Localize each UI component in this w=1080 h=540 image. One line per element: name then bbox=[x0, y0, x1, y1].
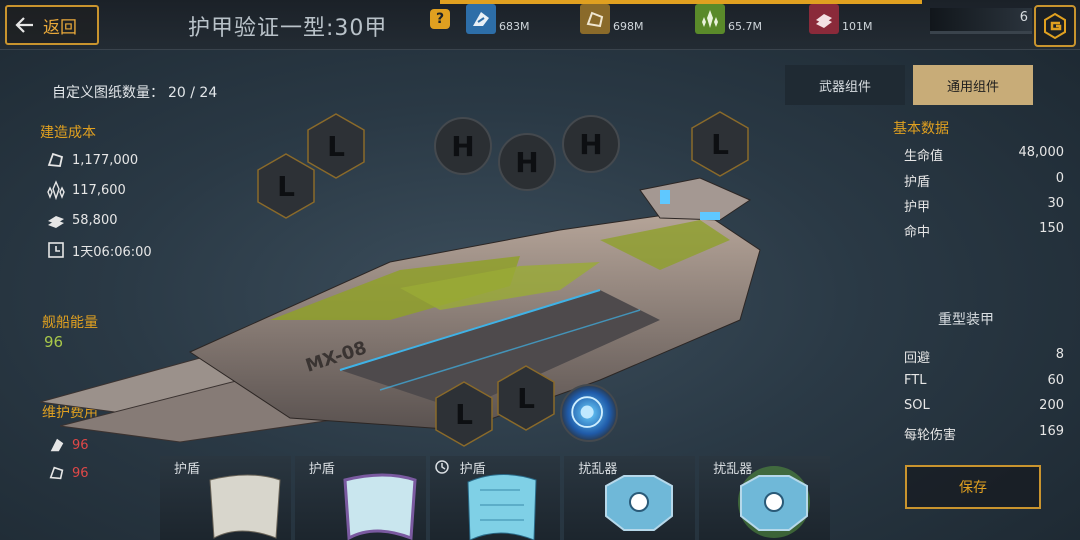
stat-value: 200 bbox=[1039, 398, 1064, 413]
slot-letter: L bbox=[277, 169, 295, 203]
stat-value: 0 bbox=[1055, 171, 1064, 186]
energy-value: 6 bbox=[1019, 10, 1028, 25]
component-card[interactable]: 扰乱器 bbox=[699, 456, 830, 540]
equipped-heavy-slot[interactable] bbox=[560, 384, 618, 442]
stat-label: 护盾 bbox=[904, 175, 931, 190]
deuterium-icon bbox=[695, 4, 725, 34]
resource-value: 683M bbox=[499, 20, 530, 33]
stat-label: 命中 bbox=[904, 225, 931, 240]
stat-row: FTL 60 bbox=[904, 373, 1064, 388]
tab-weapon-components[interactable]: 武器组件 bbox=[785, 65, 905, 105]
stat-row: 生命值 48,000 bbox=[904, 145, 1064, 164]
slot-letter: L bbox=[455, 397, 473, 431]
resource-value: 101M bbox=[842, 20, 873, 33]
stat-value: 30 bbox=[1047, 196, 1064, 211]
stat-label: 回避 bbox=[904, 351, 931, 366]
build-cost-label: 建造成本 bbox=[40, 125, 96, 141]
stat-label: FTL bbox=[904, 373, 927, 388]
gear-g-button[interactable] bbox=[1034, 5, 1076, 47]
arrow-left-icon bbox=[15, 17, 33, 33]
resource-deuterium[interactable]: 65.7M bbox=[695, 4, 762, 34]
blueprint-count: 自定义图纸数量： 20 / 24 bbox=[48, 82, 217, 102]
shield-generator-icon bbox=[571, 396, 603, 428]
heavy-slot[interactable]: H bbox=[434, 117, 492, 175]
stat-label: 护甲 bbox=[904, 200, 931, 215]
light-slot[interactable]: L bbox=[434, 380, 494, 448]
slot-letter: H bbox=[515, 145, 539, 179]
g-logo-icon bbox=[1044, 12, 1066, 40]
help-icon[interactable]: ? bbox=[430, 9, 450, 29]
back-button[interactable]: 返回 bbox=[5, 5, 99, 45]
heavy-slot[interactable]: H bbox=[562, 115, 620, 173]
stat-value: 8 bbox=[1055, 347, 1064, 362]
resource-metal[interactable]: 683M bbox=[466, 4, 530, 34]
top-bar: 返回 护甲验证一型:30甲 ? 683M 698M 65.7M 101M 6 bbox=[0, 0, 1080, 50]
component-tray: 护盾 护盾 护盾 扰乱器 扰乱器 bbox=[160, 456, 830, 540]
basic-data-title: 基本数据 bbox=[893, 121, 949, 137]
component-label: 护盾 bbox=[459, 462, 486, 477]
component-label: 扰乱器 bbox=[713, 462, 753, 477]
component-card[interactable]: 护盾 bbox=[160, 456, 291, 540]
stat-value: 60 bbox=[1047, 373, 1064, 388]
stat-row: 回避 8 bbox=[904, 347, 1064, 366]
ship-model: MX-08 bbox=[40, 177, 761, 443]
stat-row: 护甲 30 bbox=[904, 196, 1064, 215]
slot-letter: H bbox=[579, 127, 603, 161]
light-slot[interactable]: L bbox=[496, 364, 556, 432]
tab-general-components[interactable]: 通用组件 bbox=[913, 65, 1033, 105]
stat-label: 每轮伤害 bbox=[904, 428, 957, 443]
resource-ore[interactable]: 698M bbox=[580, 4, 644, 34]
stat-value: 150 bbox=[1039, 221, 1064, 236]
component-label: 护盾 bbox=[174, 462, 201, 477]
refresh-icon bbox=[434, 460, 449, 474]
ship-title[interactable]: 护甲验证一型:30甲 bbox=[188, 10, 387, 42]
component-label: 护盾 bbox=[308, 462, 335, 477]
stat-label: 生命值 bbox=[904, 149, 944, 164]
cost-value: 1,177,000 bbox=[72, 152, 139, 168]
component-card[interactable]: 扰乱器 bbox=[564, 456, 696, 540]
resource-value: 65.7M bbox=[728, 20, 762, 33]
stat-row: SOL 200 bbox=[904, 398, 1064, 413]
heavy-slot[interactable]: H bbox=[498, 133, 556, 191]
ore-icon bbox=[47, 152, 64, 167]
slot-letter: H bbox=[451, 129, 475, 163]
armor-type-label: 重型装甲 bbox=[938, 312, 994, 328]
back-label: 返回 bbox=[43, 17, 77, 38]
stat-value: 169 bbox=[1039, 424, 1064, 439]
resource-value: 698M bbox=[613, 20, 644, 33]
resource-alloy[interactable]: 101M bbox=[809, 4, 873, 34]
slot-letter: L bbox=[517, 381, 535, 415]
component-card[interactable]: 护盾 bbox=[294, 456, 426, 540]
component-label: 扰乱器 bbox=[578, 462, 618, 477]
alloy-icon bbox=[809, 4, 839, 34]
crystal-ore-icon bbox=[580, 4, 610, 34]
stat-row: 命中 150 bbox=[904, 221, 1064, 240]
component-card[interactable]: 护盾 bbox=[429, 456, 561, 540]
stat-value: 48,000 bbox=[1018, 145, 1065, 160]
slot-letter: L bbox=[711, 127, 729, 161]
stat-label: SOL bbox=[904, 398, 930, 413]
save-button[interactable]: 保存 bbox=[905, 465, 1041, 509]
stat-row: 每轮伤害 169 bbox=[904, 424, 1064, 443]
metal-icon bbox=[466, 4, 496, 34]
cost-row: 1,177,000 bbox=[46, 150, 138, 170]
light-slot[interactable]: L bbox=[690, 110, 750, 178]
energy-bar: 6 bbox=[930, 8, 1032, 34]
stat-row: 护盾 0 bbox=[904, 171, 1064, 190]
light-slot[interactable]: L bbox=[256, 152, 316, 220]
blueprint-label: 自定义图纸数量： bbox=[52, 85, 164, 101]
blueprint-value: 20 / 24 bbox=[168, 85, 218, 101]
